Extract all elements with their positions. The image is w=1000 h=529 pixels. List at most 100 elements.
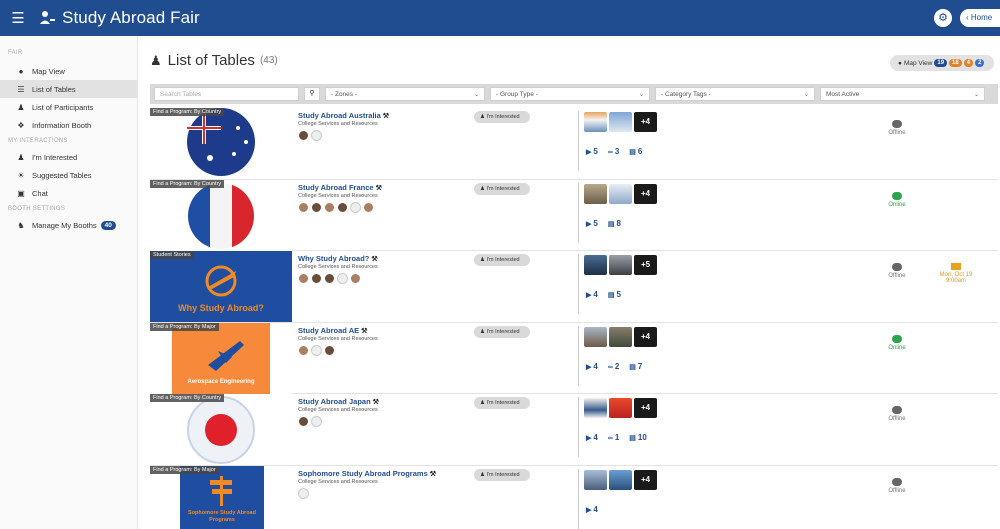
gallery-photo[interactable] <box>609 255 632 275</box>
gallery-photo[interactable] <box>609 112 632 132</box>
settings-gear-icon[interactable]: ⚙ <box>934 9 952 27</box>
video-count[interactable]: ▶ 5 <box>586 147 598 156</box>
table-row[interactable]: Find a Program: By Country Study Abroad … <box>150 108 998 180</box>
home-button[interactable]: ‹ Home <box>960 9 1000 27</box>
gallery-photo[interactable] <box>584 469 607 490</box>
gallery-photo[interactable] <box>609 398 632 418</box>
chat-status[interactable]: Offline <box>882 263 912 279</box>
sort-select[interactable]: Most Active ⌄ <box>820 87 985 101</box>
table-row[interactable]: Sophomore Study Abroad Programs Find a P… <box>150 465 998 529</box>
scheduled-event[interactable]: Mon, Oct 19 9:00am <box>936 263 976 284</box>
gallery-photo[interactable] <box>584 398 607 418</box>
im-interested-button[interactable]: ♟ I'm Interested <box>474 397 530 409</box>
hamburger-menu-icon[interactable]: ☰ <box>4 9 32 27</box>
avatar[interactable] <box>298 273 309 284</box>
table-name[interactable]: Study Abroad Japan ⚒ <box>298 397 379 406</box>
document-count[interactable]: ▤ 6 <box>629 147 642 156</box>
gallery-photo[interactable] <box>584 112 607 132</box>
avatar[interactable] <box>324 201 335 213</box>
gallery-photo[interactable] <box>609 183 632 204</box>
more-photos-button[interactable]: +4 <box>634 398 657 418</box>
chat-status[interactable]: Offline <box>882 406 912 422</box>
table-thumbnail[interactable]: Find a Program: By Country <box>150 108 292 179</box>
table-row[interactable]: Why Study Abroad? Student Stories Why St… <box>150 251 998 323</box>
avatar[interactable] <box>324 273 335 284</box>
video-count[interactable]: ▶ 4 <box>586 362 598 371</box>
gallery-photo[interactable] <box>584 326 607 347</box>
sidebar-item-manage-my-booths[interactable]: ♞ Manage My Booths 40 <box>0 216 137 234</box>
category-tags-select[interactable]: - Category Tags - ⌄ <box>655 87 815 101</box>
search-icon[interactable]: ⚲ <box>304 87 320 101</box>
im-interested-button[interactable]: ♟ I'm Interested <box>474 111 530 123</box>
im-interested-button[interactable]: ♟ I'm Interested <box>474 182 530 195</box>
link-count[interactable]: ∞ 2 <box>608 362 619 371</box>
table-name[interactable]: Study Abroad Australia ⚒ <box>298 111 389 120</box>
more-photos-button[interactable]: +4 <box>634 326 657 347</box>
zones-select[interactable]: - Zones - ⌄ <box>325 87 485 101</box>
chat-status[interactable]: Offline <box>882 120 912 136</box>
table-name[interactable]: Study Abroad AE ⚒ <box>298 326 367 335</box>
sidebar-item-list-of-tables[interactable]: ☰ List of Tables <box>0 80 137 98</box>
avatar[interactable] <box>350 273 361 284</box>
avatar[interactable] <box>311 130 322 141</box>
table-thumbnail[interactable]: Sophomore Study Abroad Programs Find a P… <box>150 465 292 529</box>
avatar[interactable] <box>298 130 309 141</box>
video-count[interactable]: ▶ 4 <box>586 290 598 299</box>
document-count[interactable]: ▤ 5 <box>608 290 621 299</box>
more-photos-button[interactable]: +4 <box>634 469 657 490</box>
table-row[interactable]: Find a Program: By Country Study Abroad … <box>150 179 998 251</box>
table-thumbnail[interactable]: Aerospace Engineering Find a Program: By… <box>150 322 292 394</box>
search-input[interactable]: Search Tables <box>154 87 299 101</box>
group-type-select[interactable]: - Group Type - ⌄ <box>490 87 650 101</box>
table-name[interactable]: Study Abroad France ⚒ <box>298 183 382 192</box>
table-thumbnail[interactable]: Why Study Abroad? Student Stories <box>150 251 292 322</box>
avatar[interactable] <box>337 201 348 213</box>
table-thumbnail[interactable]: Find a Program: By Country <box>150 394 292 465</box>
avatar[interactable] <box>311 273 322 284</box>
table-name[interactable]: Why Study Abroad? ⚒ <box>298 254 378 263</box>
avatar[interactable] <box>337 273 348 284</box>
avatar[interactable] <box>311 344 322 356</box>
table-thumbnail[interactable]: Find a Program: By Country <box>150 179 292 251</box>
im-interested-button[interactable]: ♟ I'm Interested <box>474 325 530 338</box>
avatar[interactable] <box>363 201 374 213</box>
avatar[interactable] <box>311 416 322 427</box>
sidebar-item-im-interested[interactable]: ♟ I'm Interested <box>0 148 137 166</box>
avatar[interactable] <box>298 201 309 213</box>
avatar[interactable] <box>298 344 309 356</box>
chat-status[interactable]: Offline <box>882 477 912 494</box>
table-name[interactable]: Sophomore Study Abroad Programs ⚒ <box>298 469 436 478</box>
sidebar-item-suggested-tables[interactable]: ☀ Suggested Tables <box>0 166 137 184</box>
table-row[interactable]: Find a Program: By Country Study Abroad … <box>150 394 998 466</box>
document-count[interactable]: ▤ 7 <box>629 362 642 371</box>
sidebar-item-list-of-participants[interactable]: ♟ List of Participants <box>0 98 137 116</box>
chat-status[interactable]: Online <box>882 334 912 351</box>
more-photos-button[interactable]: +4 <box>634 183 657 204</box>
sidebar-item-map-view[interactable]: ● Map View <box>0 62 137 80</box>
im-interested-button[interactable]: ♟ I'm Interested <box>474 254 530 266</box>
avatar[interactable] <box>311 201 322 213</box>
avatar[interactable] <box>324 344 335 356</box>
more-photos-button[interactable]: +5 <box>634 255 657 275</box>
gallery-photo[interactable] <box>609 469 632 490</box>
video-count[interactable]: ▶ 4 <box>586 433 598 442</box>
avatar[interactable] <box>298 487 309 499</box>
document-count[interactable]: ▤ 8 <box>608 219 621 228</box>
gallery-photo[interactable] <box>584 255 607 275</box>
chat-status[interactable]: Online <box>882 191 912 208</box>
avatar[interactable] <box>298 416 309 427</box>
link-count[interactable]: ∞ 1 <box>608 433 619 442</box>
gallery-photo[interactable] <box>584 183 607 204</box>
sidebar-item-information-booth[interactable]: ❖ Information Booth <box>0 116 137 134</box>
gallery-photo[interactable] <box>609 326 632 347</box>
more-photos-button[interactable]: +4 <box>634 112 657 132</box>
table-row[interactable]: Aerospace Engineering Find a Program: By… <box>150 322 998 394</box>
link-count[interactable]: ∞ 3 <box>608 147 619 156</box>
document-count[interactable]: ▤ 10 <box>629 433 647 442</box>
sidebar-item-chat[interactable]: ▣ Chat <box>0 184 137 202</box>
im-interested-button[interactable]: ♟ I'm Interested <box>474 468 530 481</box>
video-count[interactable]: ▶ 5 <box>586 219 598 228</box>
avatar[interactable] <box>350 201 361 213</box>
map-view-button[interactable]: ● Map View 19 18 4 2 <box>890 55 994 71</box>
video-count[interactable]: ▶ 4 <box>586 505 598 514</box>
